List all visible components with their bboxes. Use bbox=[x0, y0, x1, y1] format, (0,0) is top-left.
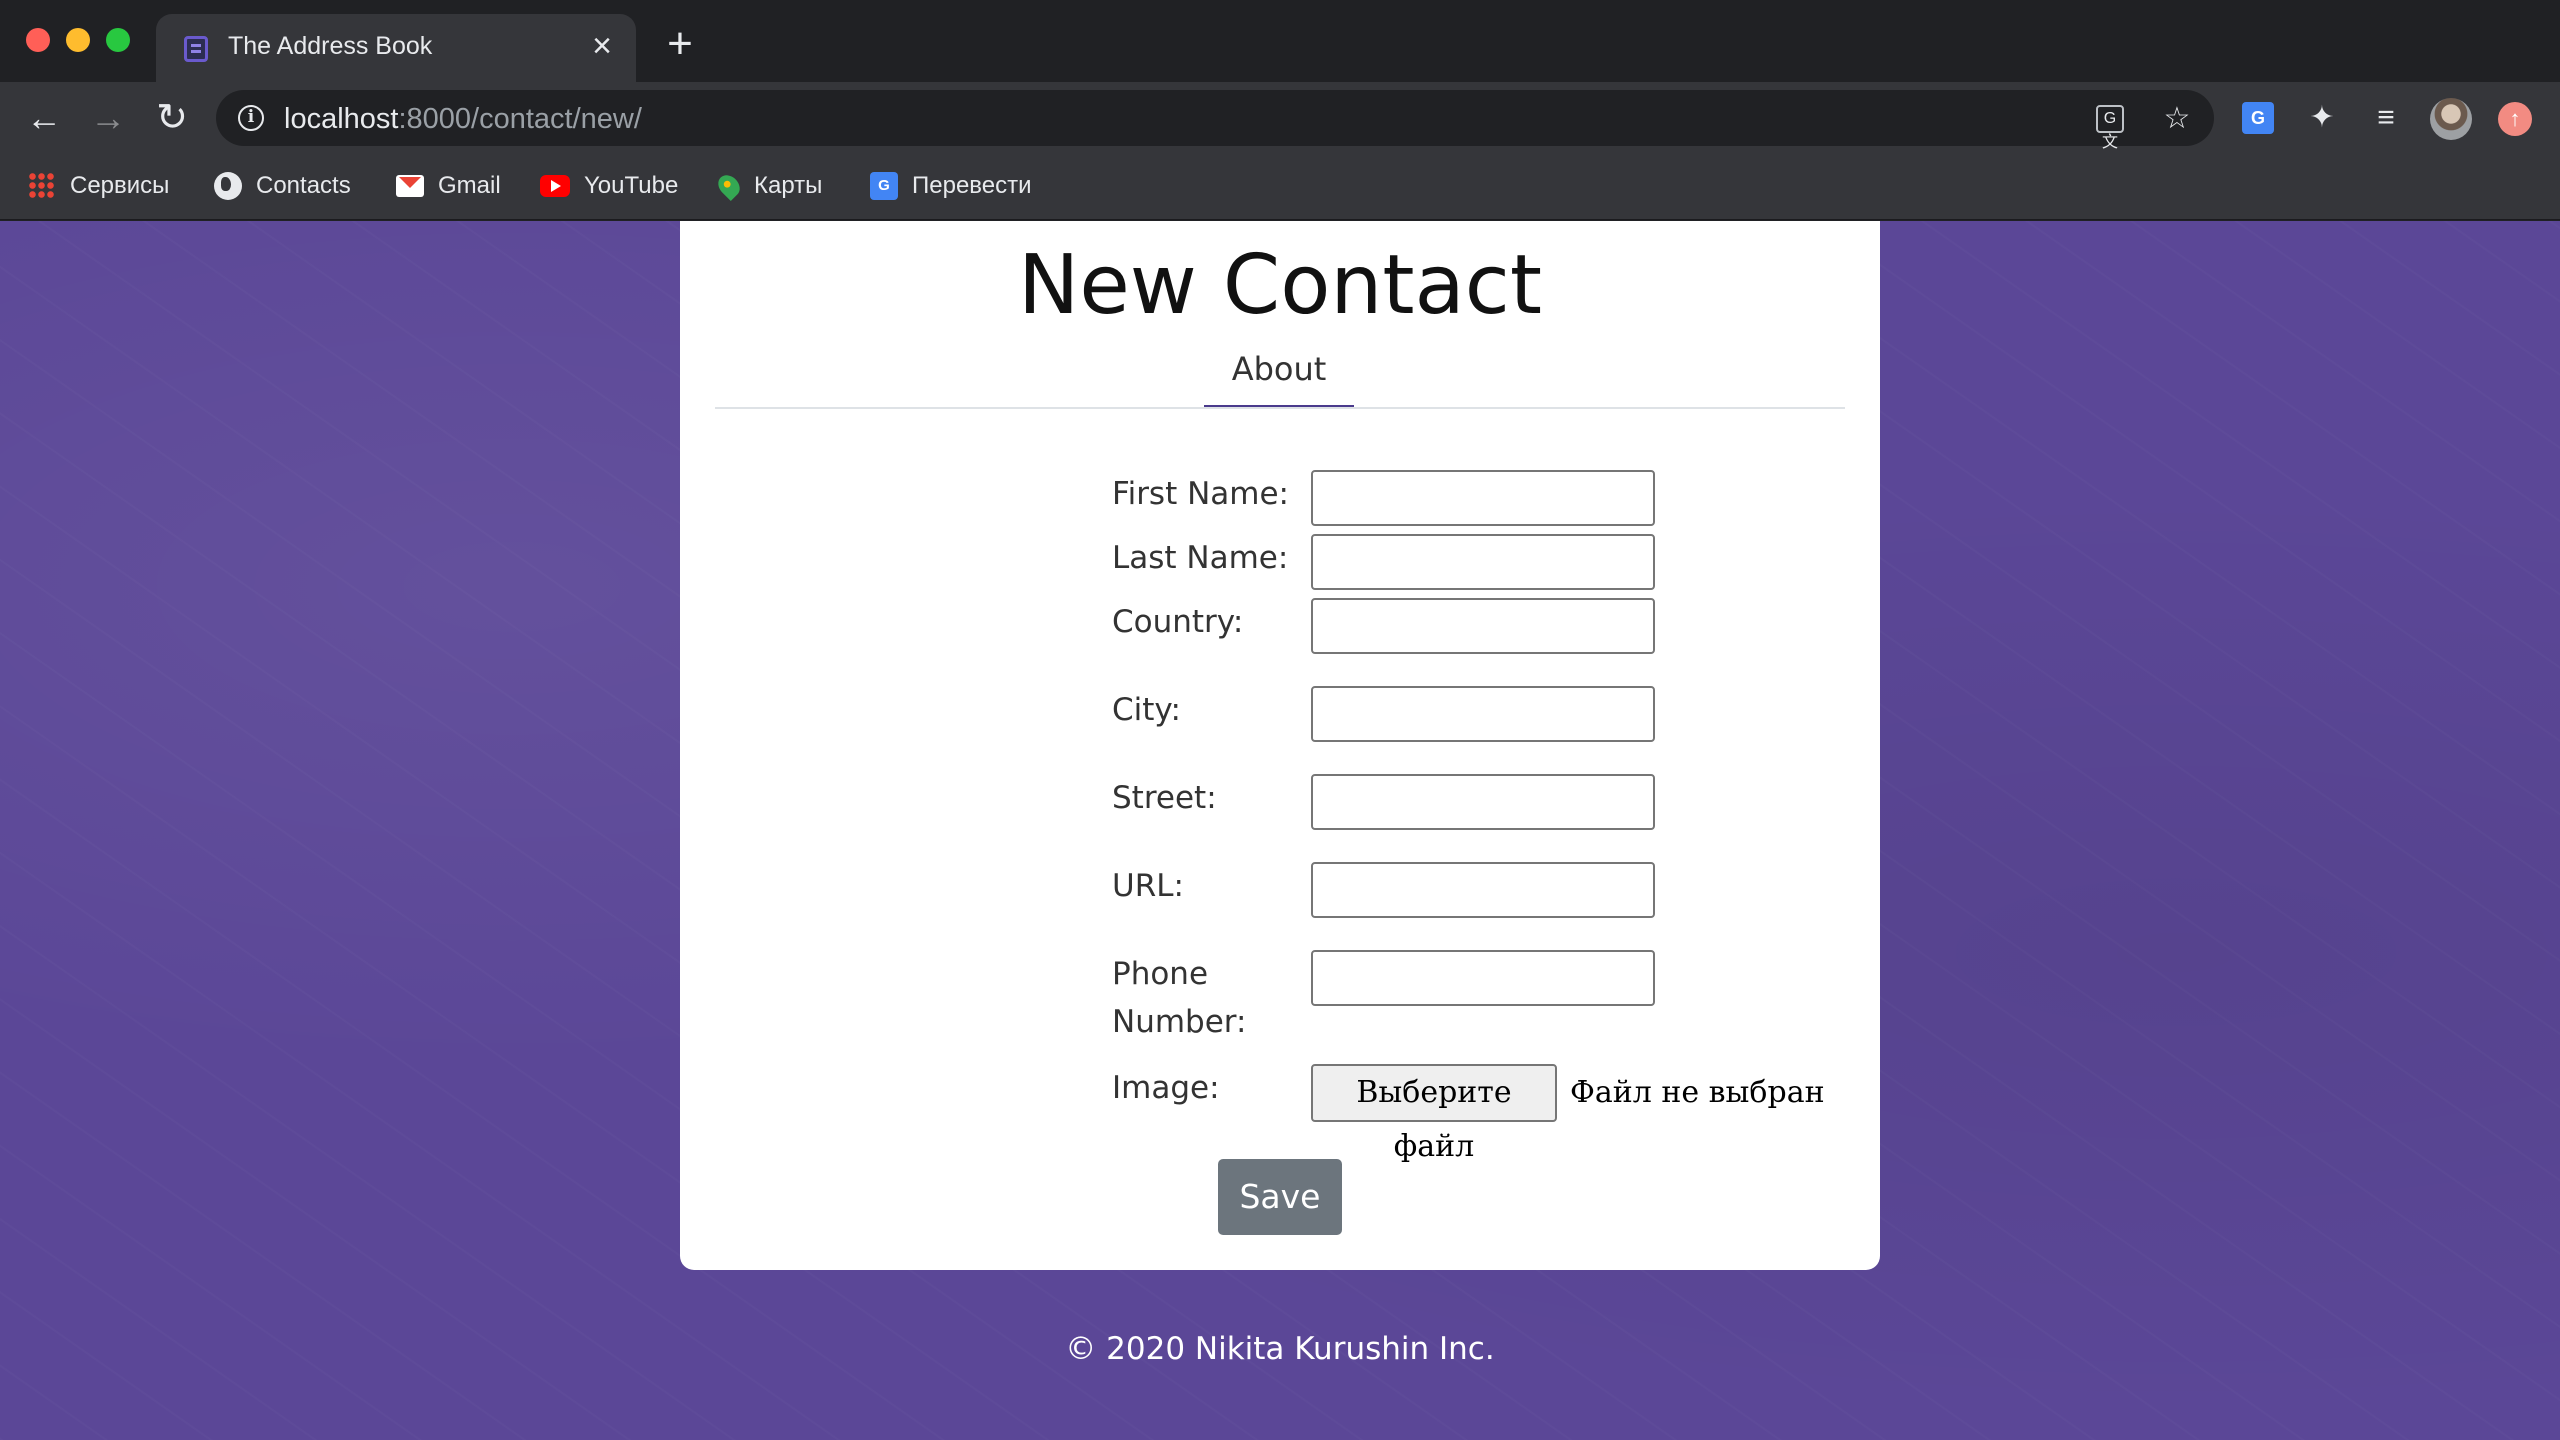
city-input[interactable] bbox=[1311, 686, 1655, 742]
country-label: Country: bbox=[1112, 604, 1244, 640]
bookmark-maps[interactable]: Карты bbox=[713, 168, 823, 204]
image-label: Image: bbox=[1112, 1070, 1220, 1106]
url-text[interactable]: localhost:8000/contact/new/ bbox=[284, 103, 642, 136]
bookmark-star-icon[interactable]: ☆ bbox=[2160, 102, 2194, 136]
site-info-icon[interactable]: i bbox=[238, 105, 264, 131]
back-arrow-icon[interactable]: ← bbox=[22, 96, 66, 140]
forward-arrow-icon[interactable]: → bbox=[86, 96, 130, 140]
maximize-window-button[interactable] bbox=[106, 28, 130, 52]
footer-copyright: © 2020 Nikita Kurushin Inc. bbox=[1065, 1331, 1495, 1367]
bookmark-gmail[interactable]: Gmail bbox=[396, 168, 501, 204]
reload-icon[interactable]: ↻ bbox=[150, 96, 194, 140]
url-host: localhost bbox=[284, 103, 399, 135]
bookmark-label: YouTube bbox=[584, 172, 679, 199]
translate-page-icon[interactable]: G文 bbox=[2096, 105, 2124, 151]
update-arrow-icon[interactable]: ↑ bbox=[2498, 102, 2532, 136]
google-translate-icon: G bbox=[870, 172, 898, 200]
phone-number-input[interactable] bbox=[1311, 950, 1655, 1006]
apps-grid-icon bbox=[28, 172, 56, 200]
url-input[interactable] bbox=[1311, 862, 1655, 918]
bookmark-label: Сервисы bbox=[70, 172, 170, 199]
bookmarks-bar: Сервисы Contacts Gmail YouTube Карты G П… bbox=[0, 154, 2560, 220]
contact-form-card: New Contact About First Name: Last Name:… bbox=[680, 221, 1880, 1270]
tab-title: The Address Book bbox=[228, 32, 433, 60]
choose-file-button[interactable]: Выберите файл bbox=[1311, 1064, 1557, 1164]
country-input[interactable] bbox=[1311, 598, 1655, 654]
page-title: New Contact bbox=[1018, 238, 1542, 333]
street-label: Street: bbox=[1112, 780, 1217, 816]
minimize-window-button[interactable] bbox=[66, 28, 90, 52]
close-tab-icon[interactable]: × bbox=[584, 28, 620, 64]
globe-icon bbox=[214, 172, 242, 200]
first-name-input[interactable] bbox=[1311, 470, 1655, 526]
browser-tab-active[interactable]: The Address Book × bbox=[156, 14, 636, 82]
google-translate-extension-icon[interactable]: G bbox=[2242, 102, 2274, 134]
file-status-text: Файл не выбран bbox=[1570, 1075, 1825, 1110]
bookmark-label: Contacts bbox=[256, 172, 351, 199]
bookmark-services[interactable]: Сервисы bbox=[28, 168, 169, 204]
tab-divider bbox=[715, 407, 1845, 409]
title-bar: The Address Book × + bbox=[0, 0, 2560, 82]
address-bar[interactable]: i localhost:8000/contact/new/ G文 ☆ bbox=[216, 90, 2214, 151]
city-label: City: bbox=[1112, 692, 1181, 728]
first-name-label: First Name: bbox=[1112, 476, 1289, 512]
bookmark-translate[interactable]: G Перевести bbox=[870, 168, 1032, 204]
address-book-favicon-icon bbox=[184, 36, 208, 62]
extensions-puzzle-icon[interactable]: ✦ bbox=[2304, 100, 2340, 136]
save-button[interactable]: Save bbox=[1218, 1159, 1342, 1235]
close-window-button[interactable] bbox=[26, 28, 50, 52]
last-name-input[interactable] bbox=[1311, 534, 1655, 590]
media-queue-icon[interactable]: ≡ bbox=[2368, 100, 2404, 136]
phone-number-label: Phone Number: bbox=[1112, 956, 1247, 1040]
bookmark-label: Карты bbox=[754, 172, 823, 199]
bookmark-contacts[interactable]: Contacts bbox=[214, 168, 351, 204]
bookmark-label: Gmail bbox=[438, 172, 501, 199]
browser-toolbar: ← → ↻ i localhost:8000/contact/new/ G文 ☆… bbox=[0, 82, 2560, 154]
page-viewport: New Contact About First Name: Last Name:… bbox=[0, 221, 2560, 1440]
street-input[interactable] bbox=[1311, 774, 1655, 830]
maps-pin-icon bbox=[713, 170, 745, 202]
bookmark-youtube[interactable]: YouTube bbox=[540, 168, 678, 204]
gmail-icon bbox=[396, 175, 424, 197]
tab-about[interactable]: About bbox=[1204, 347, 1354, 409]
last-name-label: Last Name: bbox=[1112, 540, 1289, 576]
profile-avatar[interactable] bbox=[2430, 98, 2472, 140]
bookmark-label: Перевести bbox=[912, 172, 1032, 199]
url-label: URL: bbox=[1112, 868, 1184, 904]
url-path: :8000/contact/new/ bbox=[398, 103, 642, 135]
youtube-icon bbox=[540, 175, 570, 197]
new-tab-icon[interactable]: + bbox=[660, 22, 700, 66]
